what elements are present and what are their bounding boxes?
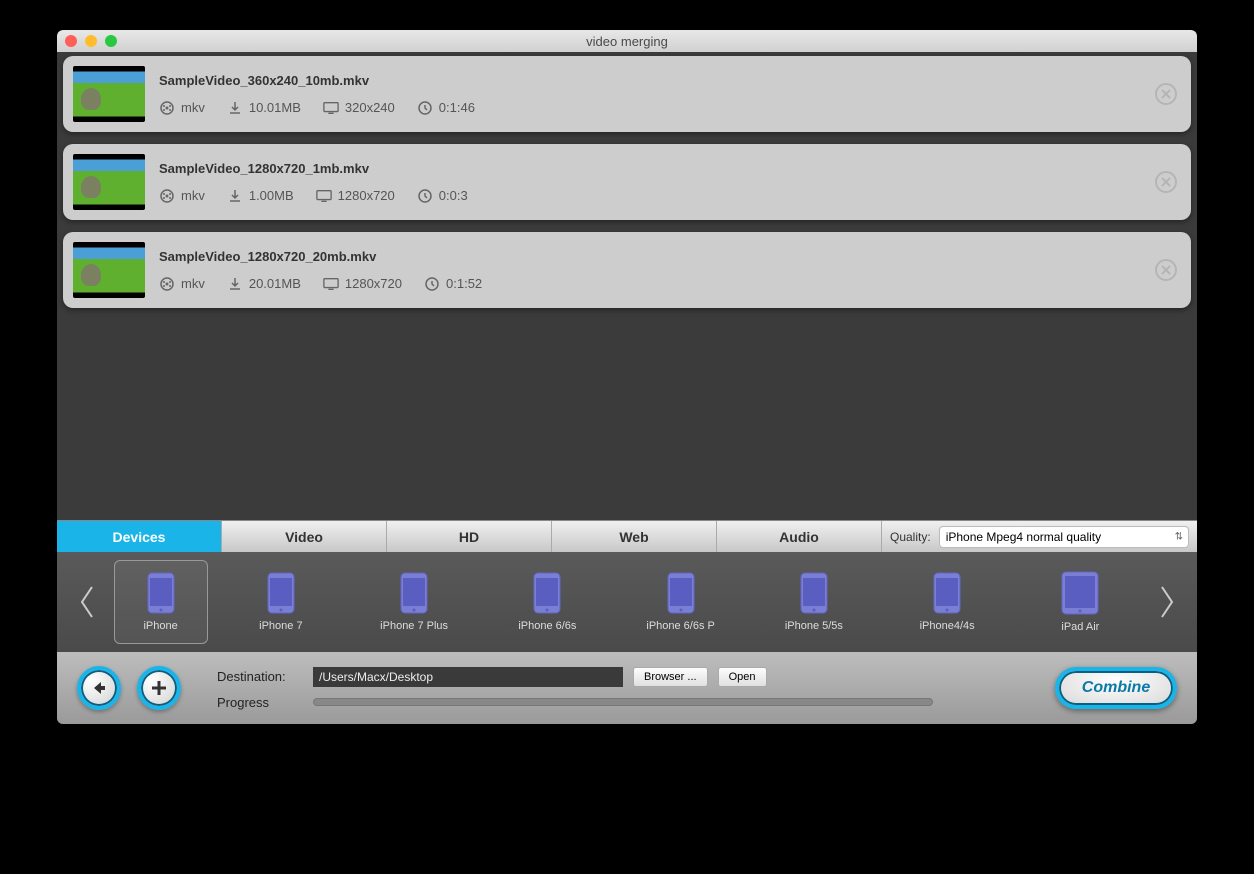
video-format: mkv [181, 276, 205, 291]
quality-section: Quality: iPhone Mpeg4 normal quality [882, 521, 1197, 552]
device-label: iPhone 7 Plus [380, 620, 448, 632]
video-duration: 0:1:46 [439, 100, 475, 115]
film-icon [159, 276, 175, 292]
window-zoom-button[interactable] [105, 35, 117, 47]
clock-icon [417, 188, 433, 204]
progress-bar [313, 698, 933, 706]
remove-video-button[interactable] [1155, 171, 1177, 193]
remove-video-button[interactable] [1155, 259, 1177, 281]
device-item[interactable]: iPad Air [1020, 560, 1140, 644]
download-icon [227, 188, 243, 204]
download-icon [227, 100, 243, 116]
window-title: video merging [57, 34, 1197, 49]
phone-icon [267, 572, 295, 614]
quality-select[interactable]: iPhone Mpeg4 normal quality [939, 526, 1189, 548]
phone-icon [147, 572, 175, 614]
video-format: mkv [181, 188, 205, 203]
device-label: iPhone 6/6s P [646, 620, 715, 632]
device-item[interactable]: iPhone 7 Plus [354, 560, 474, 644]
film-icon [159, 188, 175, 204]
video-item[interactable]: SampleVideo_1280x720_20mb.mkv mkv 20.01M… [63, 232, 1191, 308]
video-size: 1.00MB [249, 188, 294, 203]
add-button[interactable] [137, 666, 181, 710]
video-duration: 0:1:52 [446, 276, 482, 291]
video-item[interactable]: SampleVideo_1280x720_1mb.mkv mkv 1.00MB … [63, 144, 1191, 220]
video-info: SampleVideo_1280x720_1mb.mkv mkv 1.00MB … [159, 161, 1175, 204]
format-tab-audio[interactable]: Audio [717, 521, 882, 552]
remove-video-button[interactable] [1155, 83, 1177, 105]
video-resolution: 1280x720 [338, 188, 395, 203]
window-close-button[interactable] [65, 35, 77, 47]
device-item[interactable]: iPhone 6/6s [487, 560, 607, 644]
device-strip: iPhone iPhone 7 iPhone 7 Plus [57, 552, 1197, 652]
video-filename: SampleVideo_1280x720_1mb.mkv [159, 161, 1175, 176]
video-list: SampleVideo_360x240_10mb.mkv mkv 10.01MB… [57, 52, 1197, 308]
device-next-button[interactable] [1147, 572, 1187, 632]
phone-icon [667, 572, 695, 614]
traffic-lights [65, 35, 117, 47]
video-thumbnail [73, 154, 145, 210]
device-item[interactable]: iPhone4/4s [887, 560, 1007, 644]
device-item[interactable]: iPhone 5/5s [754, 560, 874, 644]
phone-icon [800, 572, 828, 614]
download-icon [227, 276, 243, 292]
format-tab-web[interactable]: Web [552, 521, 717, 552]
clock-icon [417, 100, 433, 116]
bottom-bar: Destination: Browser ... Open Progress C… [57, 652, 1197, 724]
video-size: 10.01MB [249, 100, 301, 115]
video-thumbnail [73, 66, 145, 122]
phone-icon [933, 572, 961, 614]
video-resolution: 1280x720 [345, 276, 402, 291]
destination-area: Destination: Browser ... Open Progress [217, 667, 1039, 710]
device-label: iPhone4/4s [920, 620, 975, 632]
video-size: 20.01MB [249, 276, 301, 291]
video-filename: SampleVideo_360x240_10mb.mkv [159, 73, 1175, 88]
format-tab-devices[interactable]: Devices [57, 521, 222, 552]
device-label: iPad Air [1061, 621, 1099, 633]
destination-input[interactable] [313, 667, 623, 687]
quality-label: Quality: [890, 530, 931, 544]
video-filename: SampleVideo_1280x720_20mb.mkv [159, 249, 1175, 264]
device-prev-button[interactable] [67, 572, 107, 632]
browser-button[interactable]: Browser ... [633, 667, 708, 687]
device-label: iPhone 6/6s [518, 620, 576, 632]
monitor-icon [316, 188, 332, 204]
device-label: iPhone 5/5s [785, 620, 843, 632]
back-button[interactable] [77, 666, 121, 710]
phone-icon [400, 572, 428, 614]
progress-label: Progress [217, 695, 303, 710]
video-info: SampleVideo_1280x720_20mb.mkv mkv 20.01M… [159, 249, 1175, 292]
format-tab-bar: DevicesVideoHDWebAudio Quality: iPhone M… [57, 520, 1197, 552]
empty-drop-area [57, 320, 1197, 520]
combine-button[interactable]: Combine [1055, 667, 1177, 709]
window-minimize-button[interactable] [85, 35, 97, 47]
monitor-icon [323, 100, 339, 116]
phone-icon [533, 572, 561, 614]
video-resolution: 320x240 [345, 100, 395, 115]
device-item[interactable]: iPhone [114, 560, 208, 644]
video-item[interactable]: SampleVideo_360x240_10mb.mkv mkv 10.01MB… [63, 56, 1191, 132]
video-info: SampleVideo_360x240_10mb.mkv mkv 10.01MB… [159, 73, 1175, 116]
film-icon [159, 100, 175, 116]
video-thumbnail [73, 242, 145, 298]
open-button[interactable]: Open [718, 667, 767, 687]
video-duration: 0:0:3 [439, 188, 468, 203]
format-tab-hd[interactable]: HD [387, 521, 552, 552]
device-item[interactable]: iPhone 6/6s P [621, 560, 741, 644]
device-item[interactable]: iPhone 7 [221, 560, 341, 644]
titlebar: video merging [57, 30, 1197, 52]
app-window: video merging SampleVideo_360x240_10mb.m… [57, 30, 1197, 724]
device-label: iPhone [143, 620, 177, 632]
monitor-icon [323, 276, 339, 292]
format-tab-video[interactable]: Video [222, 521, 387, 552]
clock-icon [424, 276, 440, 292]
device-label: iPhone 7 [259, 620, 302, 632]
video-format: mkv [181, 100, 205, 115]
destination-label: Destination: [217, 669, 303, 684]
tablet-icon [1061, 571, 1099, 615]
